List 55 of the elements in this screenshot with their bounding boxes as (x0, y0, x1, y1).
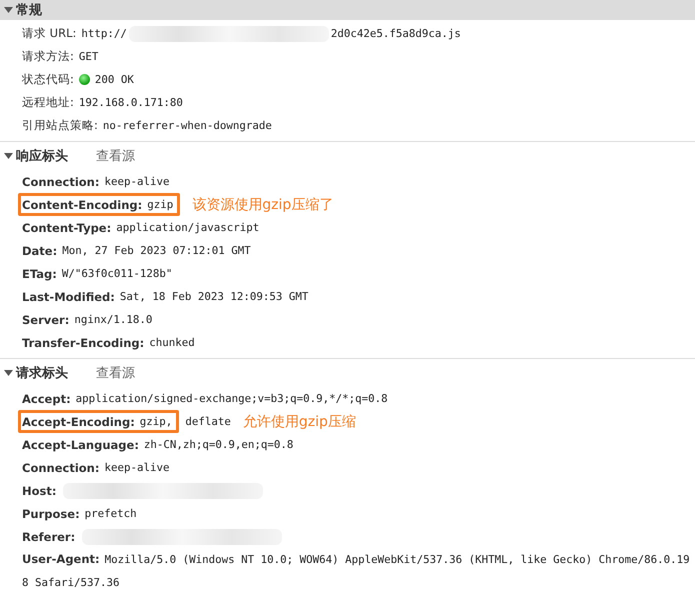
expand-triangle-icon[interactable] (4, 153, 13, 159)
header-name: 请求 URL: (22, 26, 76, 41)
header-value: http:// (81, 27, 127, 40)
header-name: Last-Modified: (22, 290, 115, 304)
section-header[interactable]: 响应标头 查看源 (0, 142, 695, 170)
header-name: Connection: (22, 460, 100, 474)
expand-triangle-icon[interactable] (4, 370, 13, 376)
annotation-note: 允许使用gzip压缩 (242, 412, 356, 430)
view-source-link[interactable]: 查看源 (96, 147, 135, 165)
expand-triangle-icon[interactable] (4, 7, 13, 13)
header-name: ETag: (22, 266, 57, 280)
section-title: 请求标头 (16, 365, 68, 382)
header-value: Mon, 27 Feb 2023 07:12:01 GMT (62, 244, 251, 257)
header-value: nginx/1.18.0 (74, 313, 152, 326)
header-value: no-referrer-when-downgrade (102, 119, 272, 132)
header-name: 状态代码: (22, 72, 74, 87)
header-name: Accept-Language: (22, 438, 139, 452)
view-source-link[interactable]: 查看源 (96, 364, 135, 382)
header-value: gzip (147, 198, 174, 211)
status-dot-icon (78, 74, 90, 85)
header-value: keep-alive (104, 175, 170, 188)
section-title: 常规 (16, 2, 42, 19)
header-name: Accept-Encoding: (22, 414, 135, 428)
header-name: Connection: (22, 174, 100, 188)
header-value: W/"63f0c011-128b" (62, 267, 172, 280)
section-header-bar[interactable]: 常规 (0, 0, 695, 20)
header-line: User-Agent: Mozilla/5.0 (Windows NT 10.0; WOW64) AppleWebKit/537.36 (KHTML, like Gecko) Chrome/86.0.198 Safari/537.36 (22, 551, 691, 591)
header-value: 192.168.0.171:80 (78, 96, 183, 109)
header-value: zh-CN,zh;q=0.9,en;q=0.8 (144, 438, 294, 451)
header-value: deflate (185, 415, 231, 428)
header-name: Content-Encoding: (22, 198, 142, 212)
header-name: Transfer-Encoding: (22, 336, 144, 350)
header-value: Sat, 18 Feb 2023 12:09:53 GMT (120, 290, 308, 303)
header-name: 远程地址: (22, 95, 74, 110)
header-name: Purpose: (22, 506, 80, 520)
header-value: GET (78, 50, 98, 63)
header-name: Accept: (22, 392, 71, 406)
section-header[interactable]: 请求标头 查看源 (0, 359, 695, 387)
header-name: Date: (22, 244, 58, 258)
header-name: 引用站点策略: (22, 118, 98, 133)
header-value: application/javascript (116, 221, 260, 234)
header-value: chunked (149, 336, 195, 349)
header-value: 2d0c42e5.f5a8d9ca.js (330, 27, 461, 40)
header-value: gzip, (140, 415, 172, 428)
header-value: keep-alive (104, 461, 170, 474)
header-name: Host: (22, 484, 56, 498)
header-name: Referer: (22, 530, 76, 544)
header-name: Content-Type: (22, 220, 112, 234)
annotation-note: 该资源使用gzip压缩了 (192, 196, 334, 214)
header-name: Server: (22, 312, 70, 326)
header-value: application/signed-exchange;v=b3;q=0.9,*/*;q=0.8 (76, 392, 388, 405)
header-name: 请求方法: (22, 49, 74, 64)
header-value: prefetch (84, 507, 137, 520)
section-title: 响应标头 (16, 148, 68, 165)
header-value: 200 OK (94, 73, 134, 86)
